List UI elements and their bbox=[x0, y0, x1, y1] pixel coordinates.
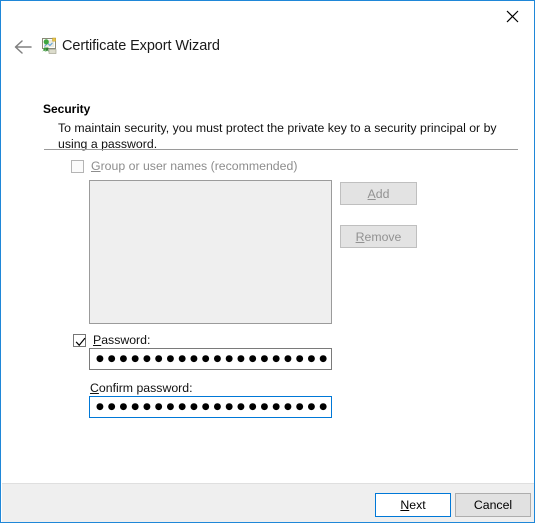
group-or-user-names-checkbox[interactable] bbox=[71, 159, 84, 173]
password-checkbox-row[interactable]: Password: bbox=[73, 333, 150, 347]
close-button[interactable] bbox=[490, 2, 534, 31]
wizard-page-body: Security To maintain security, you must … bbox=[2, 70, 534, 482]
password-checkbox[interactable] bbox=[73, 333, 86, 347]
confirm-accelerator-char: C bbox=[90, 381, 99, 395]
password-label: Password: bbox=[93, 333, 150, 347]
confirm-password-label: Confirm password: bbox=[90, 381, 193, 395]
cancel-button[interactable]: Cancel bbox=[455, 493, 531, 517]
back-button[interactable] bbox=[10, 35, 36, 59]
remove-label-rest: emove bbox=[364, 229, 402, 244]
add-button[interactable]: Add bbox=[340, 182, 417, 205]
header-separator bbox=[44, 149, 518, 150]
certificate-export-wizard-window: Certificate Export Wizard Security To ma… bbox=[0, 0, 535, 523]
back-arrow-icon bbox=[13, 39, 33, 55]
group-label-rest: roup or user names (recommended) bbox=[100, 159, 298, 173]
remove-button[interactable]: Remove bbox=[340, 225, 417, 248]
add-label-rest: dd bbox=[375, 186, 390, 201]
title-bar: Certificate Export Wizard bbox=[2, 2, 534, 70]
group-or-user-names-checkbox-row[interactable]: Group or user names (recommended) bbox=[71, 159, 297, 173]
certificate-icon bbox=[40, 37, 58, 55]
password-input-value: ●●●●●●●●●●●●●●●●●●●●●●● bbox=[96, 353, 332, 364]
next-button[interactable]: Next bbox=[375, 493, 451, 517]
confirm-label-rest: onfirm password: bbox=[98, 381, 193, 395]
group-or-user-names-listbox[interactable] bbox=[89, 180, 332, 324]
window-title: Certificate Export Wizard bbox=[62, 38, 220, 54]
checkmark-icon bbox=[75, 335, 86, 346]
confirm-password-input[interactable]: ●●●●●●●●●●●●●●●●●●●●●●● bbox=[89, 396, 332, 418]
footer-bar: Next Cancel bbox=[2, 483, 534, 522]
group-or-user-names-label: Group or user names (recommended) bbox=[91, 159, 297, 173]
password-input[interactable]: ●●●●●●●●●●●●●●●●●●●●●●● bbox=[89, 348, 332, 370]
next-label-rest: ext bbox=[409, 498, 426, 512]
remove-accelerator-char: R bbox=[355, 229, 365, 244]
confirm-password-input-value: ●●●●●●●●●●●●●●●●●●●●●●● bbox=[96, 401, 332, 412]
password-label-rest: assword: bbox=[101, 333, 151, 347]
next-accelerator-char: N bbox=[400, 498, 410, 512]
page-heading: Security bbox=[43, 102, 91, 116]
add-accelerator-char: A bbox=[367, 186, 376, 201]
close-icon bbox=[506, 10, 519, 23]
group-accelerator-char: G bbox=[91, 159, 101, 173]
password-accelerator-char: P bbox=[93, 333, 102, 347]
page-description: To maintain security, you must protect t… bbox=[58, 121, 497, 151]
